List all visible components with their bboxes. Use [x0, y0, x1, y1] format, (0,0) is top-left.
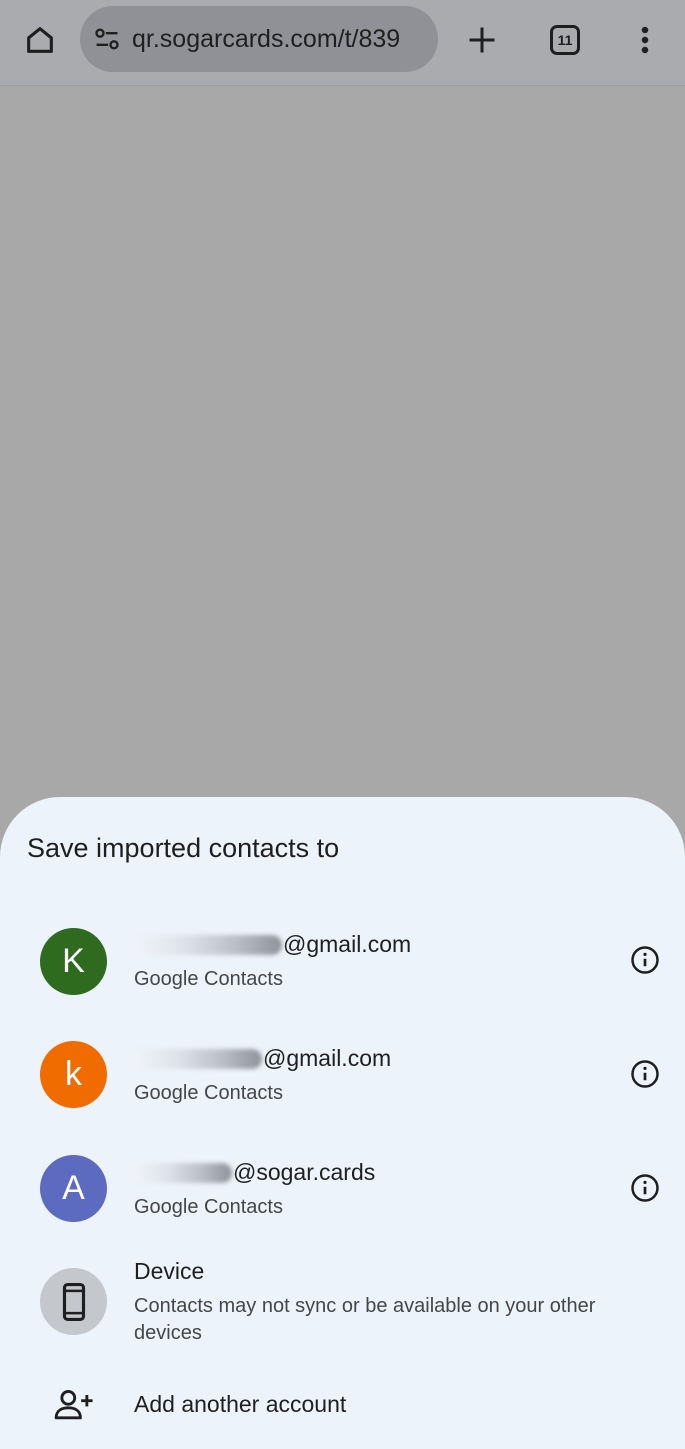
- plus-icon: [469, 27, 495, 53]
- tab-count: 11: [550, 25, 580, 55]
- info-button[interactable]: [626, 1169, 664, 1207]
- avatar: A: [40, 1155, 107, 1222]
- avatar-initial: A: [62, 1169, 85, 1207]
- account-type: Google Contacts: [134, 968, 283, 990]
- page-scrim[interactable]: [0, 87, 685, 807]
- tab-switcher-button[interactable]: 11: [543, 18, 587, 62]
- avatar: k: [40, 1041, 107, 1108]
- email-suffix: @gmail.com: [283, 931, 412, 957]
- smartphone-icon: [62, 1282, 85, 1321]
- address-bar[interactable]: qr.sogarcards.com/t/839: [80, 6, 438, 72]
- avatar-initial: K: [62, 942, 85, 980]
- add-account-row[interactable]: Add another account: [0, 1381, 685, 1441]
- redacted-text: [134, 1048, 262, 1069]
- site-settings-icon[interactable]: [92, 24, 122, 54]
- more-vert-icon: [641, 26, 649, 54]
- account-email: @gmail.com: [134, 1045, 391, 1072]
- email-suffix: @sogar.cards: [233, 1159, 376, 1185]
- account-row[interactable]: k @gmail.com Google Contacts: [0, 1025, 685, 1125]
- device-avatar: [40, 1268, 107, 1335]
- account-row[interactable]: K @gmail.com Google Contacts: [0, 911, 685, 1011]
- sheet-title: Save imported contacts to: [27, 833, 340, 863]
- account-email: @sogar.cards: [134, 1159, 375, 1186]
- account-row[interactable]: A @sogar.cards Google Contacts: [0, 1139, 685, 1239]
- browser-toolbar: qr.sogarcards.com/t/839 11: [0, 0, 685, 86]
- info-icon: [631, 1174, 659, 1202]
- home-icon: [27, 27, 53, 53]
- bottom-sheet: Save imported contacts to K @gmail.com G…: [0, 797, 685, 1449]
- url-text: qr.sogarcards.com/t/839: [132, 24, 401, 53]
- person-add-icon: [52, 1383, 96, 1427]
- info-icon: [631, 946, 659, 974]
- device-label: Device: [134, 1258, 205, 1284]
- account-email: @gmail.com: [134, 931, 411, 958]
- info-icon: [631, 1060, 659, 1088]
- account-type: Google Contacts: [134, 1196, 283, 1218]
- avatar: K: [40, 928, 107, 995]
- new-tab-button[interactable]: [460, 18, 504, 62]
- redacted-text: [134, 934, 282, 955]
- redacted-text: [134, 1162, 232, 1183]
- add-account-label: Add another account: [134, 1391, 347, 1417]
- account-type: Google Contacts: [134, 1082, 283, 1104]
- info-button[interactable]: [626, 941, 664, 979]
- device-row[interactable]: Device Contacts may not sync or be avail…: [0, 1253, 685, 1363]
- info-button[interactable]: [626, 1055, 664, 1093]
- device-description: Contacts may not sync or be available on…: [134, 1295, 596, 1344]
- avatar-initial: k: [65, 1055, 82, 1093]
- home-button[interactable]: [18, 18, 62, 62]
- email-suffix: @gmail.com: [263, 1045, 392, 1071]
- more-options-button[interactable]: [623, 18, 667, 62]
